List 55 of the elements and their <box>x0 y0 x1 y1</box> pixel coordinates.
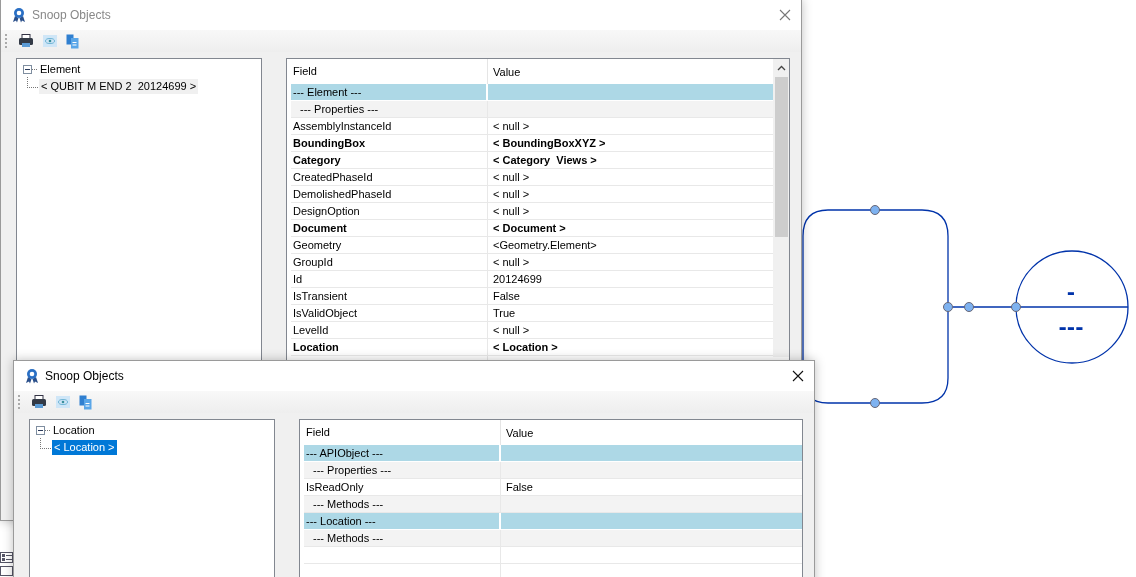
value-cell-text: < Location > <box>492 340 559 355</box>
field-cell: DesignOption <box>291 203 488 219</box>
value-cell-text: 20124699 <box>492 272 543 287</box>
collapse-toggle[interactable] <box>36 426 45 435</box>
value-cell-text: < null > <box>492 170 531 185</box>
tree-item[interactable]: Location <box>51 423 97 438</box>
value-cell-text: True <box>492 306 517 321</box>
field-cell: DemolishedPhaseId <box>291 186 488 202</box>
field-cell: CreatedPhaseId <box>291 169 488 185</box>
copy-icon[interactable] <box>66 33 79 49</box>
tree-item[interactable]: Element <box>38 62 83 77</box>
field-cell: AssemblyInstanceId <box>291 118 488 134</box>
value-cell-text: < null > <box>492 255 531 270</box>
field-cell: Geometry <box>291 237 488 253</box>
value-cell-text: False <box>492 289 521 304</box>
scrollbar[interactable] <box>773 59 789 357</box>
value-cell-text: < BoundingBoxXYZ > <box>492 136 607 151</box>
printer-icon[interactable] <box>31 395 47 409</box>
printer-icon[interactable] <box>18 34 34 48</box>
window-title: Snoop Objects <box>32 8 111 22</box>
value-cell-text: < null > <box>492 119 531 134</box>
ribbon-icon <box>12 7 26 23</box>
field-cell: LevelId <box>291 322 488 338</box>
tree-item[interactable]: < QUBIT M END 2 20124699 > <box>39 79 199 94</box>
field-cell: GroupId <box>291 254 488 270</box>
section-label: --- Properties --- <box>291 101 488 117</box>
section-label: --- Methods --- <box>304 496 501 512</box>
field-cell: Category <box>291 152 488 168</box>
field-cell: Id <box>291 271 488 287</box>
value-cell-text: < Document > <box>492 221 567 236</box>
tag-label: - <box>1066 280 1076 304</box>
field-cell: Location <box>291 339 488 355</box>
field-cell: IsReadOnly <box>304 479 501 495</box>
value-cell-text: False <box>505 480 534 495</box>
value-cell-text: <Geometry.Element> <box>492 238 598 253</box>
field-cell: Document <box>291 220 488 236</box>
column-header[interactable]: Value <box>488 65 773 78</box>
value-cell-text: < Category Views > <box>492 153 598 168</box>
section-label: --- Methods --- <box>304 530 501 546</box>
copy-icon[interactable] <box>79 394 92 410</box>
window-title: Snoop Objects <box>45 369 124 383</box>
value-cell-text: < null > <box>492 323 531 338</box>
scroll-up-icon[interactable] <box>776 65 786 71</box>
field-cell: IsValidObject <box>291 305 488 321</box>
ribbon-icon <box>25 368 39 384</box>
field-cell: IsTransient <box>291 288 488 304</box>
section-label: --- Properties --- <box>304 462 501 478</box>
value-cell-text: < null > <box>492 204 531 219</box>
close-icon[interactable] <box>792 370 804 382</box>
collapse-toggle[interactable] <box>23 65 32 74</box>
column-header[interactable]: Value <box>501 426 802 439</box>
tree-item[interactable]: < Location > <box>52 440 117 455</box>
tag-label: --- <box>1058 315 1084 339</box>
field-cell: BoundingBox <box>291 135 488 151</box>
value-cell-text: < null > <box>492 187 531 202</box>
